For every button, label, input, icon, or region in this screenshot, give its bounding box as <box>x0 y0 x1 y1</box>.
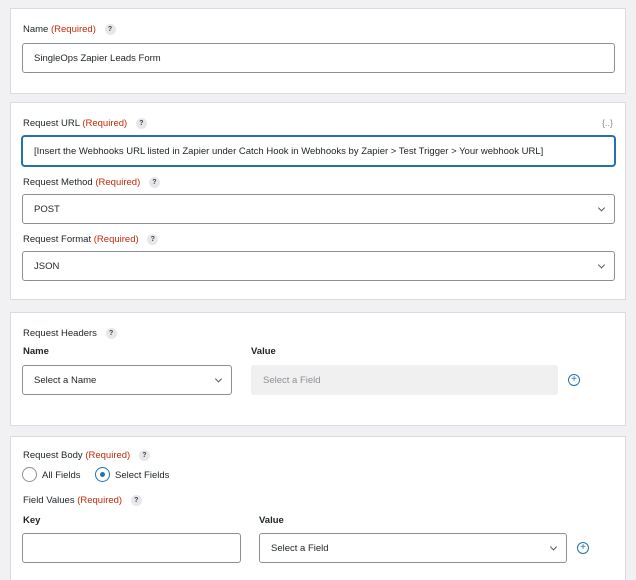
required-marker: (Required) <box>95 177 141 188</box>
value-column-header: Value <box>259 515 284 526</box>
select-fields-label: Select Fields <box>115 470 170 481</box>
request-body-label-text: Request Body <box>23 450 83 461</box>
name-input[interactable]: SingleOps Zapier Leads Form <box>22 43 615 73</box>
required-marker: (Required) <box>77 495 123 506</box>
field-key-input[interactable] <box>22 533 241 563</box>
add-header-icon[interactable]: + <box>568 374 580 386</box>
request-format-label-text: Request Format <box>23 234 92 245</box>
request-url-input[interactable]: [Insert the Webhooks URL listed in Zapie… <box>22 136 615 166</box>
request-body-panel: Request Body (Required) ? All Fields Sel… <box>10 436 626 580</box>
request-headers-label-text: Request Headers <box>23 328 97 339</box>
help-icon[interactable]: ? <box>147 234 159 245</box>
request-url-label: Request URL (Required) ? <box>23 118 147 129</box>
header-name-select[interactable]: Select a Name <box>22 365 232 395</box>
header-name-value: Select a Name <box>34 374 97 386</box>
merge-tag-icon[interactable]: {..} <box>602 118 613 128</box>
request-method-value: POST <box>34 203 60 215</box>
select-fields-radio[interactable] <box>95 467 110 482</box>
all-fields-label: All Fields <box>42 470 81 481</box>
field-value-select[interactable]: Select a Field <box>259 533 567 563</box>
help-icon[interactable]: ? <box>130 495 142 506</box>
field-values-label-text: Field Values <box>23 495 75 506</box>
chevron-down-icon <box>214 375 223 383</box>
request-url-value: [Insert the Webhooks URL listed in Zapie… <box>34 145 544 157</box>
name-label: Name (Required) ? <box>23 24 116 35</box>
request-headers-label: Request Headers ? <box>23 328 117 339</box>
help-icon[interactable]: ? <box>104 24 116 35</box>
name-input-value: SingleOps Zapier Leads Form <box>34 52 161 64</box>
value-column-header: Value <box>251 346 276 357</box>
required-marker: (Required) <box>50 24 96 35</box>
request-method-select[interactable]: POST <box>22 194 615 224</box>
request-panel: Request URL (Required) ? {..} [Insert th… <box>10 102 626 300</box>
help-icon[interactable]: ? <box>148 177 160 188</box>
name-panel: Name (Required) ? SingleOps Zapier Leads… <box>10 8 626 94</box>
request-url-label-text: Request URL <box>23 118 80 129</box>
key-column-header: Key <box>23 515 41 526</box>
request-format-select[interactable]: JSON <box>22 251 615 281</box>
header-value-field[interactable]: Select a Field <box>251 365 558 395</box>
required-marker: (Required) <box>93 234 139 245</box>
help-icon[interactable]: ? <box>105 328 117 339</box>
name-column-header: Name <box>23 346 49 357</box>
request-method-label-text: Request Method <box>23 177 93 188</box>
request-format-value: JSON <box>34 260 60 272</box>
help-icon[interactable]: ? <box>135 118 147 129</box>
header-value-placeholder: Select a Field <box>263 374 321 386</box>
required-marker: (Required) <box>82 118 128 129</box>
chevron-down-icon <box>597 204 606 212</box>
add-field-icon[interactable]: + <box>577 542 589 554</box>
field-values-label: Field Values (Required) ? <box>23 495 142 506</box>
request-body-label: Request Body (Required) ? <box>23 450 150 461</box>
field-value-select-value: Select a Field <box>271 542 329 554</box>
chevron-down-icon <box>597 261 606 269</box>
request-method-label: Request Method (Required) ? <box>23 177 160 188</box>
help-icon[interactable]: ? <box>138 450 150 461</box>
request-headers-panel: Request Headers ? Name Value Select a Na… <box>10 312 626 426</box>
required-marker: (Required) <box>85 450 131 461</box>
all-fields-radio[interactable] <box>22 467 37 482</box>
chevron-down-icon <box>549 543 558 551</box>
name-label-text: Name <box>23 24 49 35</box>
request-format-label: Request Format (Required) ? <box>23 234 159 245</box>
